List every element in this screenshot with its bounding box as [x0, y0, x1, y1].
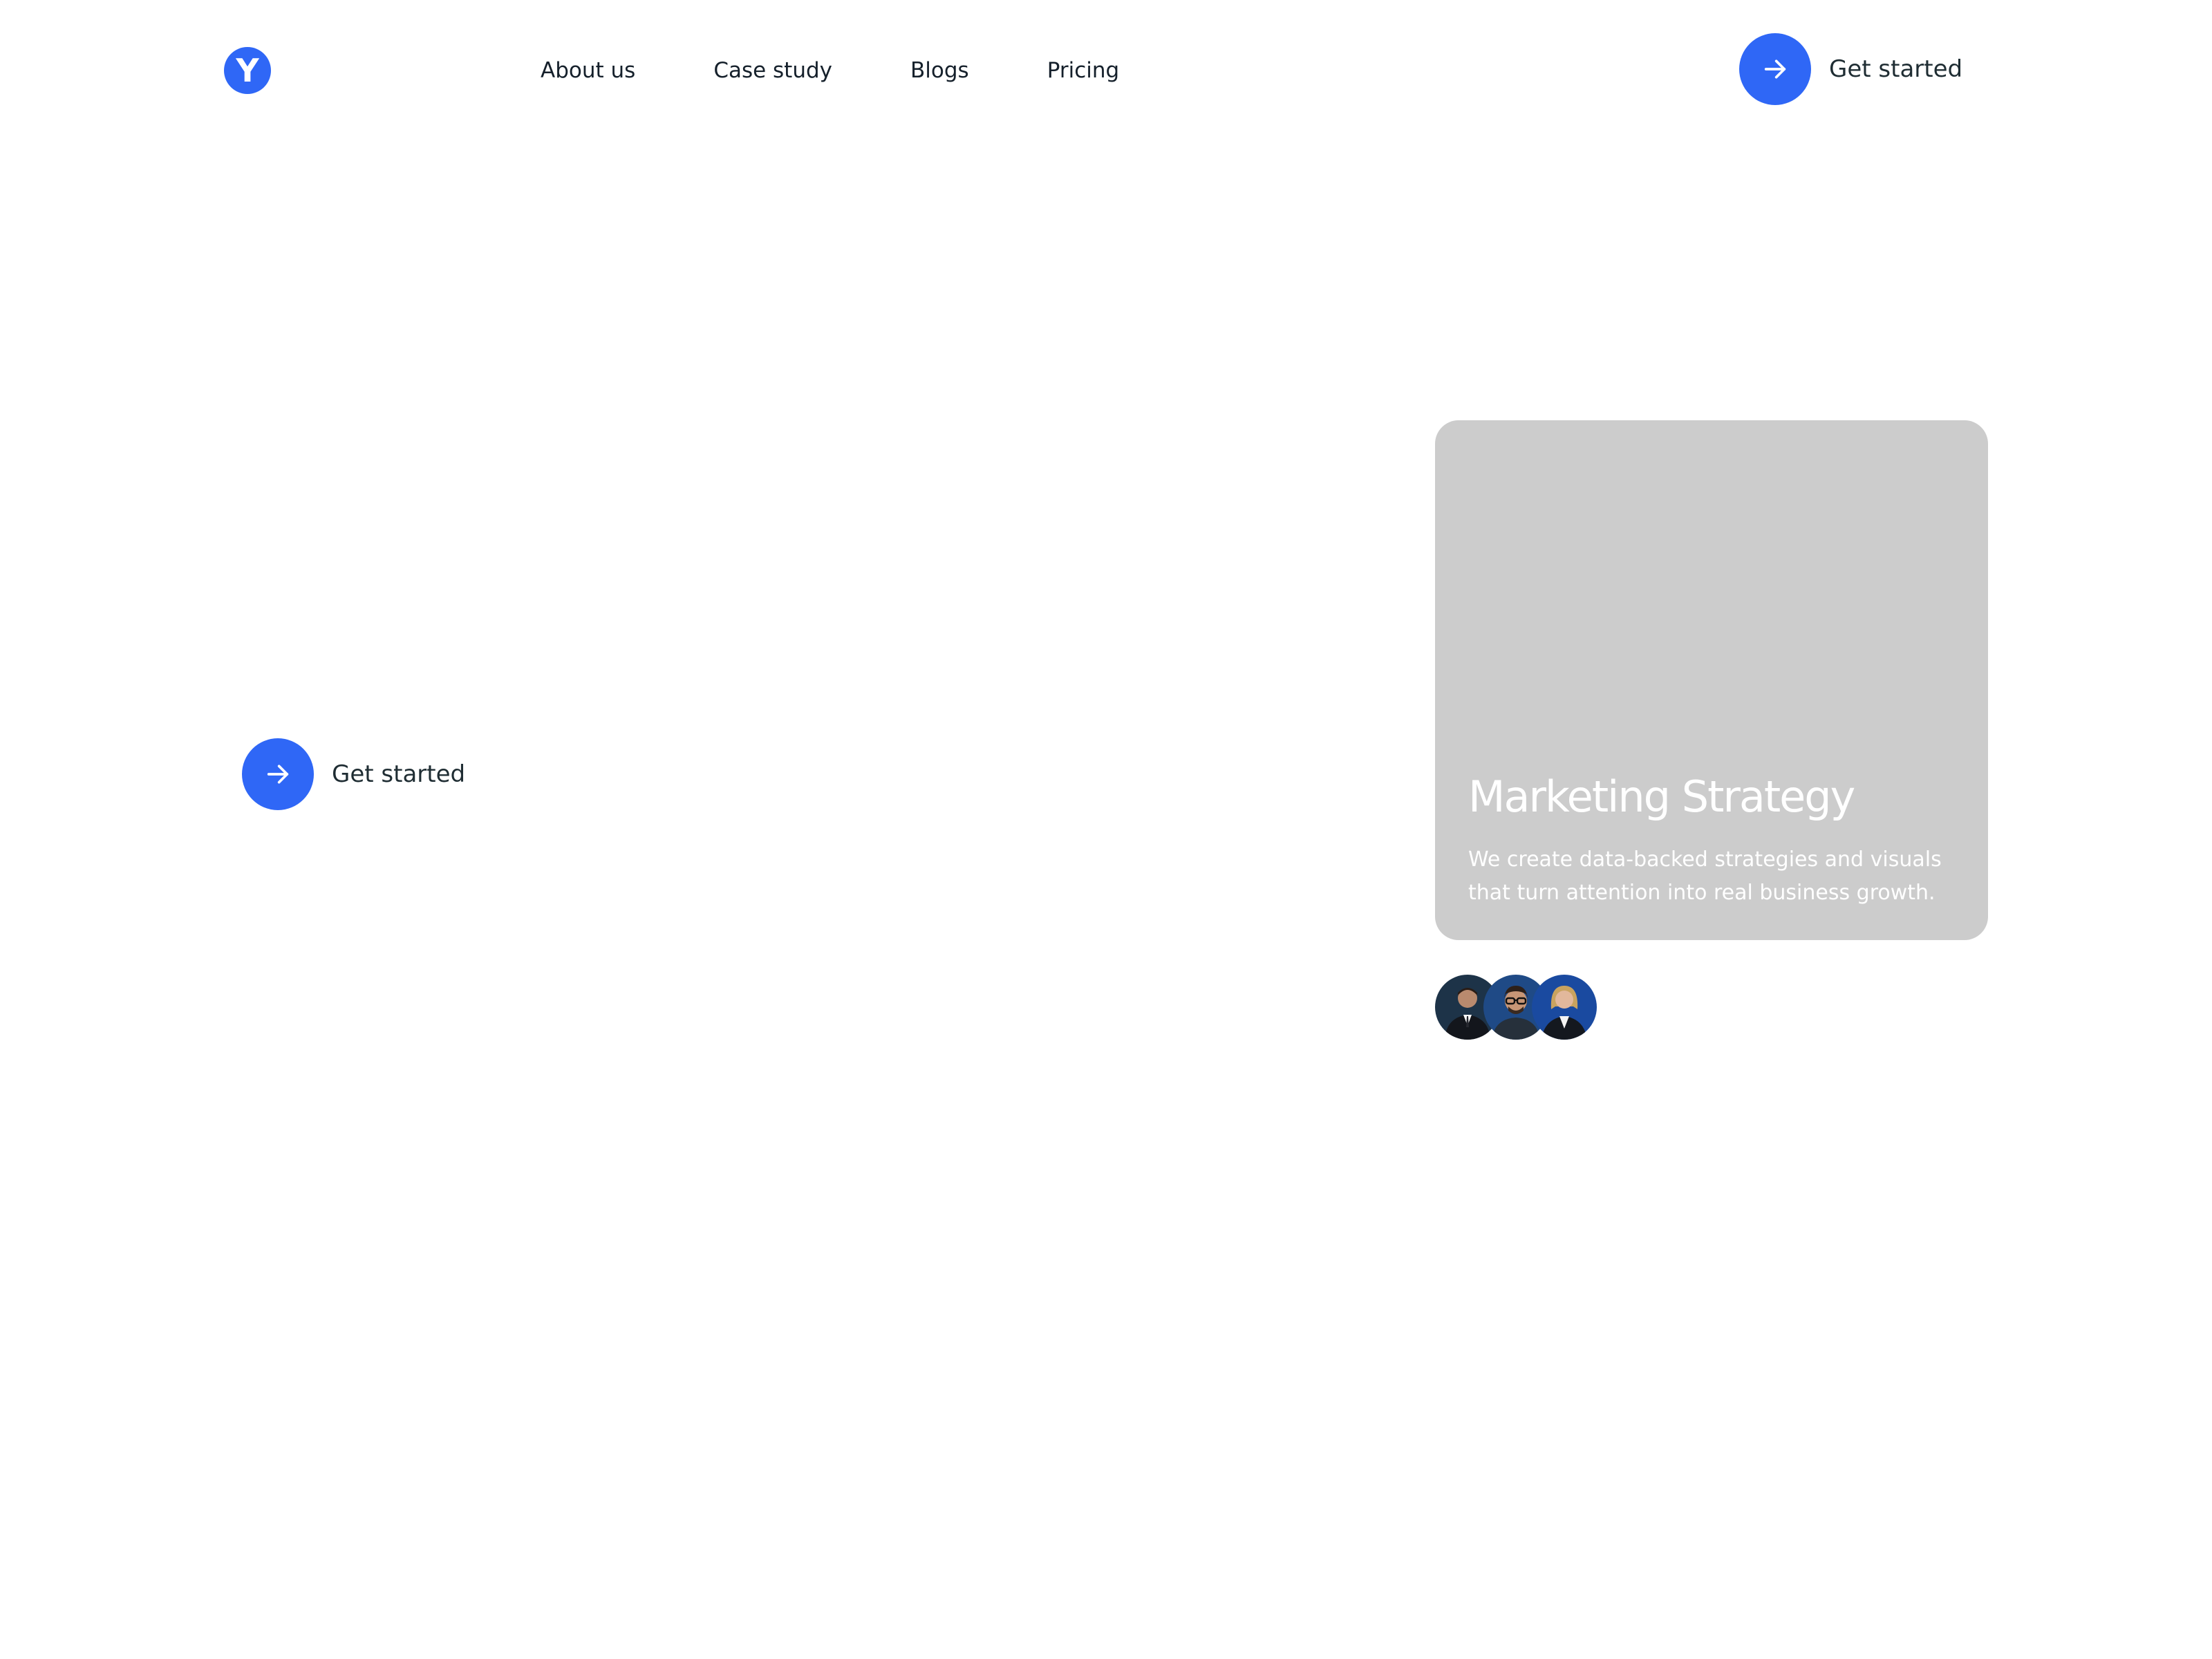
person-avatar-icon	[1532, 975, 1597, 1040]
card-description: We create data-backed strategies and vis…	[1468, 847, 1942, 905]
arrow-right-icon[interactable]	[242, 738, 314, 810]
brand-logo-letter: Y	[236, 52, 259, 89]
service-card[interactable]: Marketing Strategy We create data-backed…	[1435, 420, 1988, 940]
hero-get-started-label[interactable]: Get started	[332, 760, 465, 788]
header-get-started-button[interactable]: Get started	[1739, 33, 1962, 105]
nav-item-blogs[interactable]: Blogs	[910, 58, 969, 83]
card-title: Marketing Strategy	[1468, 771, 1855, 822]
main-nav: About us Case study Blogs Pricing	[541, 54, 1197, 87]
landing-page: Y About us Case study Blogs Pricing Get …	[0, 0, 2212, 1659]
nav-item-pricing[interactable]: Pricing	[1047, 58, 1120, 83]
nav-item-about-us[interactable]: About us	[541, 58, 635, 83]
hero-get-started-button[interactable]: Get started	[242, 738, 465, 810]
team-avatars	[1435, 975, 1601, 1040]
header-get-started-label[interactable]: Get started	[1829, 55, 1962, 83]
brand-logo[interactable]: Y	[224, 47, 271, 94]
arrow-right-icon[interactable]	[1739, 33, 1811, 105]
nav-item-case-study[interactable]: Case study	[713, 58, 832, 83]
